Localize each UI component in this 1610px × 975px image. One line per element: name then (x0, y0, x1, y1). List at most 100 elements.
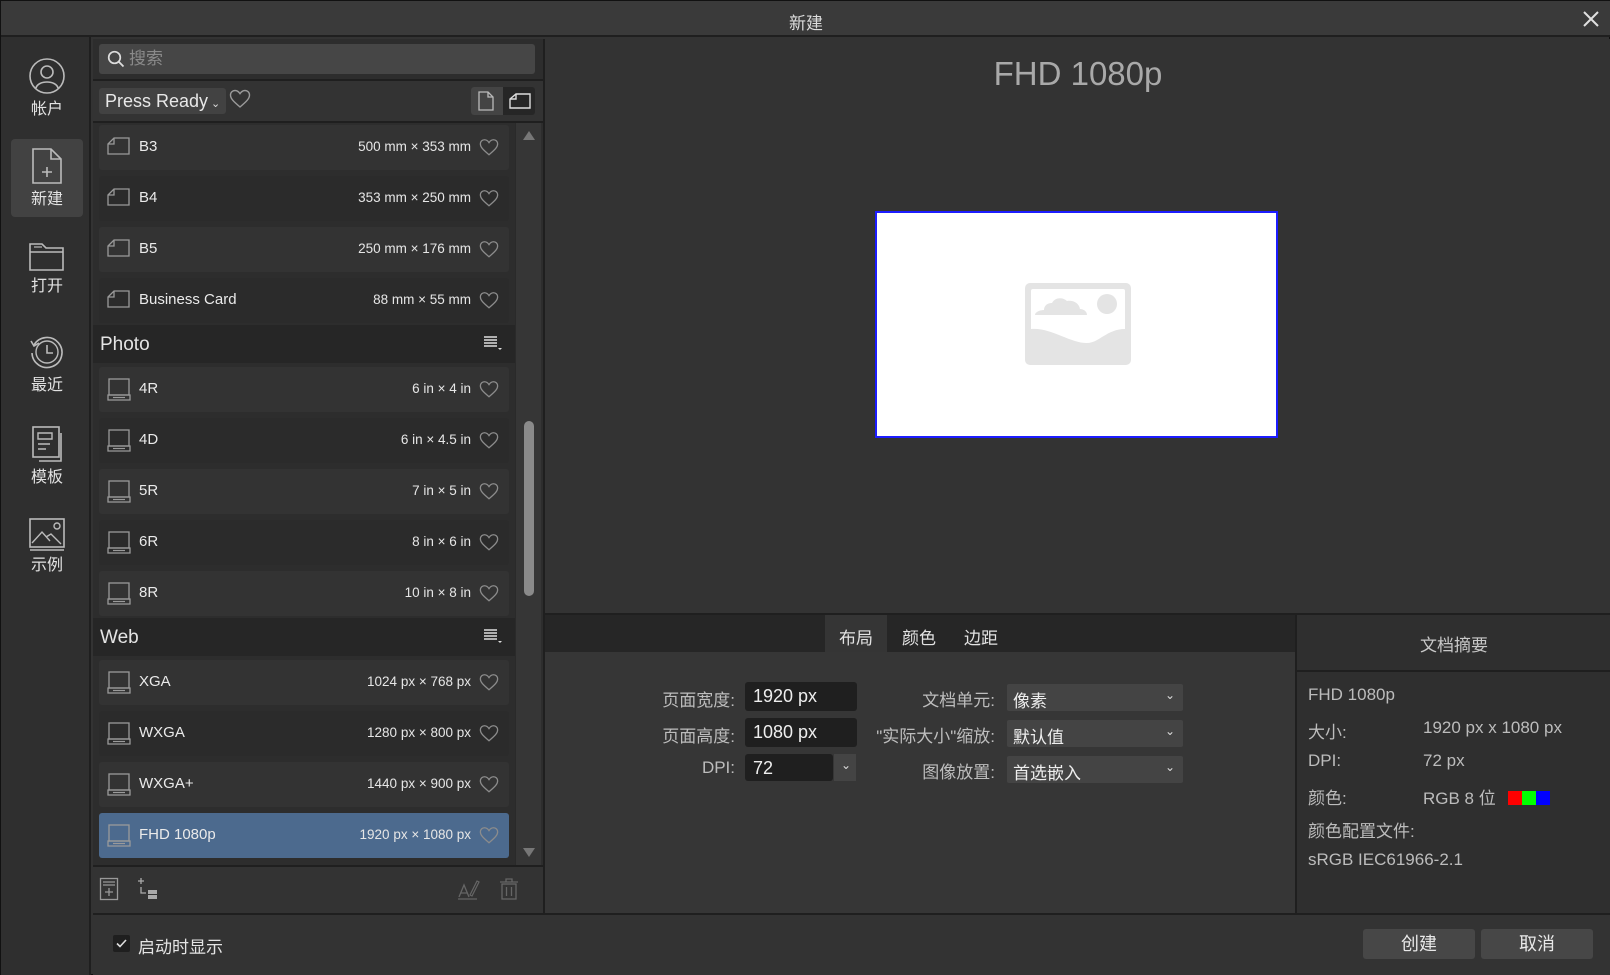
add-category-button[interactable] (137, 877, 161, 906)
list-scrollbar[interactable] (515, 123, 541, 865)
preset-row[interactable]: 6R 8 in × 6 in (99, 520, 509, 565)
tab-color[interactable]: 颜色 (888, 615, 950, 652)
group-menu-button[interactable] (483, 335, 503, 356)
favorites-filter-button[interactable] (229, 89, 251, 114)
screen-icon (107, 480, 131, 503)
preset-name: XGA (139, 673, 171, 690)
add-category-icon (138, 878, 157, 899)
favorite-button[interactable] (479, 189, 499, 213)
preset-dimensions: 10 in × 8 in (404, 585, 471, 600)
preset-name: B3 (139, 138, 158, 155)
preview-area: FHD 1080p (545, 39, 1610, 613)
favorite-button[interactable] (479, 240, 499, 264)
favorite-button[interactable] (479, 291, 499, 315)
favorite-button[interactable] (479, 775, 499, 799)
search-input[interactable] (129, 46, 529, 72)
preset-row[interactable]: FHD 1080p 1920 px × 1080 px (99, 813, 509, 858)
heart-icon (479, 674, 499, 691)
preset-row[interactable]: 4R 6 in × 4 in (99, 367, 509, 412)
nav-item-account[interactable]: 帐户 (11, 49, 83, 127)
preset-group-header[interactable]: Web (93, 618, 515, 656)
preset-name: B4 (139, 189, 158, 206)
search-box[interactable] (99, 44, 535, 74)
dialog-footer: 启动时显示 创建 取消 (93, 915, 1610, 975)
cancel-button[interactable]: 取消 (1481, 929, 1593, 959)
preset-row[interactable]: B3 500 mm × 353 mm (99, 125, 509, 170)
screen-icon (107, 429, 131, 452)
preset-row[interactable]: WXGA 1280 px × 800 px (99, 711, 509, 756)
landscape-button[interactable] (503, 87, 535, 115)
actual-size-scale-label: "实际大小"缩放: (876, 727, 995, 746)
preset-group-header[interactable]: Photo (93, 325, 515, 363)
preset-dimensions: 353 mm × 250 mm (358, 190, 471, 205)
favorite-button[interactable] (479, 533, 499, 557)
heart-icon (229, 89, 251, 108)
preset-row[interactable]: Business Card 88 mm × 55 mm (99, 278, 509, 323)
preset-row[interactable]: 8R 10 in × 8 in (99, 571, 509, 616)
preset-row[interactable]: 5R 7 in × 5 in (99, 469, 509, 514)
scrollbar-thumb[interactable] (524, 421, 534, 596)
show-on-startup-checkbox[interactable] (113, 935, 130, 952)
delete-preset-button[interactable] (499, 877, 519, 906)
favorite-button[interactable] (479, 431, 499, 455)
nav-item-samples[interactable]: 示例 (11, 509, 83, 587)
summary-profile-label: 颜色配置文件: (1308, 822, 1415, 841)
nav-item-templates[interactable]: 模板 (11, 417, 83, 495)
image-placeholder-icon (1025, 283, 1131, 365)
heart-icon (479, 585, 499, 602)
actual-size-scale-select[interactable]: 默认值 ⌄ (1007, 720, 1183, 747)
favorite-button[interactable] (479, 482, 499, 506)
preset-row[interactable]: B5 250 mm × 176 mm (99, 227, 509, 272)
nav-item-new[interactable]: 新建 (11, 139, 83, 217)
document-summary: 文档摘要 FHD 1080p 大小: 1920 px x 1080 px DPI… (1297, 615, 1610, 913)
tab-margins[interactable]: 边距 (950, 615, 1012, 652)
group-name: Web (100, 627, 139, 648)
summary-heading: 文档摘要 (1297, 615, 1610, 672)
group-menu-icon (484, 336, 502, 350)
nav-item-open[interactable]: 打开 (11, 232, 83, 310)
preset-icon (107, 289, 131, 314)
close-button[interactable] (1579, 7, 1603, 31)
create-button[interactable]: 创建 (1363, 929, 1475, 959)
preset-row[interactable]: B4 353 mm × 250 mm (99, 176, 509, 221)
nav-label: 帐户 (30, 101, 63, 118)
preset-dimensions: 8 in × 6 in (412, 534, 471, 549)
preset-row[interactable]: XGA 1024 px × 768 px (99, 660, 509, 705)
scroll-down-arrow[interactable] (523, 848, 535, 857)
scroll-up-arrow[interactable] (523, 131, 535, 140)
tab-layout[interactable]: 布局 (825, 615, 887, 652)
new-document-icon (32, 148, 62, 184)
rgb-swatches (1508, 789, 1551, 808)
rename-preset-button[interactable] (457, 877, 481, 906)
heart-icon (479, 483, 499, 500)
favorite-button[interactable] (479, 673, 499, 697)
portrait-button[interactable] (471, 87, 503, 115)
heart-icon (479, 190, 499, 207)
heart-icon (479, 432, 499, 449)
document-units-select[interactable]: 像素 ⌄ (1007, 684, 1183, 711)
chevron-down-icon: ⌄ (1164, 688, 1175, 702)
preset-name: B5 (139, 240, 158, 257)
add-preset-button[interactable] (99, 877, 119, 906)
image-placement-select[interactable]: 首选嵌入 ⌄ (1007, 756, 1183, 783)
favorite-button[interactable] (479, 724, 499, 748)
category-dropdown[interactable]: Press Ready ⌄ (99, 88, 227, 114)
favorite-button[interactable] (479, 584, 499, 608)
preset-icon (107, 429, 131, 458)
favorite-button[interactable] (479, 826, 499, 850)
heart-icon (479, 534, 499, 551)
group-menu-button[interactable] (483, 628, 503, 649)
landscape-icon (509, 93, 531, 109)
summary-color: RGB 8 位 (1423, 784, 1551, 809)
landscape-page-icon (107, 137, 130, 155)
heart-icon (479, 139, 499, 156)
favorite-button[interactable] (479, 380, 499, 404)
show-on-startup-label[interactable]: 启动时显示 (138, 933, 223, 958)
nav-label: 最近 (30, 377, 63, 394)
nav-item-recent[interactable]: 最近 (11, 325, 83, 403)
preset-row[interactable]: WXGA+ 1440 px × 900 px (99, 762, 509, 807)
favorite-button[interactable] (479, 138, 499, 162)
dpi-input[interactable]: 72 (745, 754, 833, 781)
preset-icon (107, 136, 131, 161)
preset-row[interactable]: 4D 6 in × 4.5 in (99, 418, 509, 463)
